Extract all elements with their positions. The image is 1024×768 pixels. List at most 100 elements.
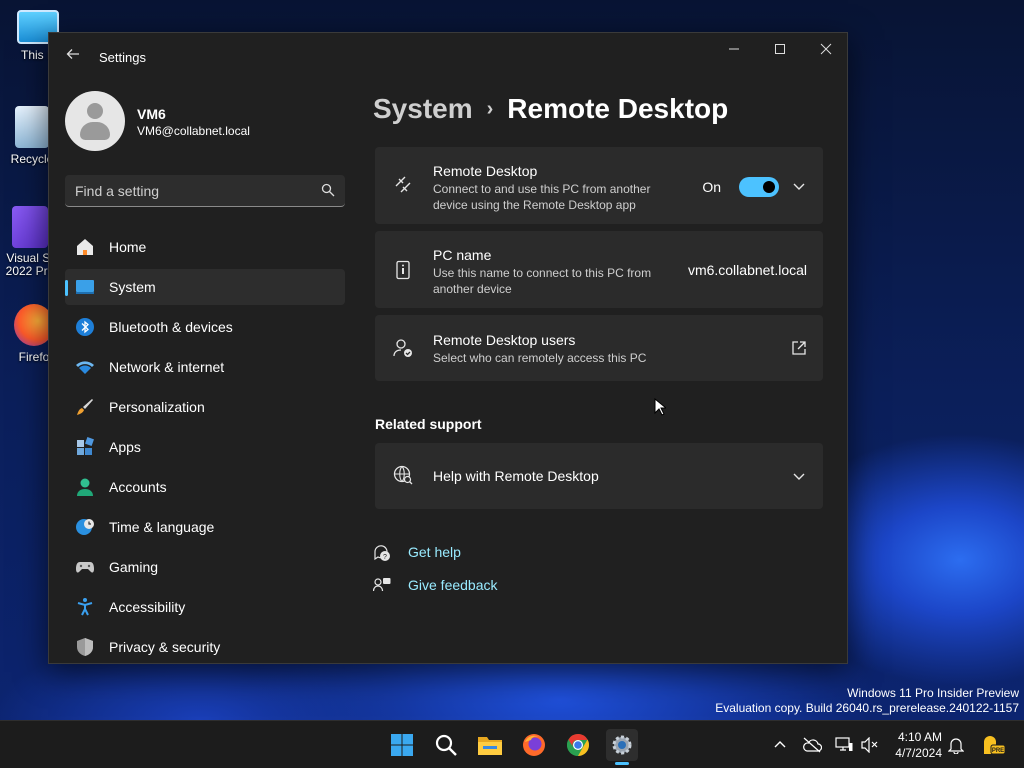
ethernet-icon [835,737,853,751]
folder-icon [478,737,502,755]
notifications-button[interactable] [946,735,966,755]
file-explorer-button[interactable] [474,729,506,761]
brush-icon [77,399,93,415]
search-icon [435,734,457,756]
feedback-icon [373,578,391,592]
sidebar-item-privacy[interactable]: Privacy & security [65,629,345,663]
sidebar-item-label: Network & internet [109,359,225,375]
sidebar-item-accessibility[interactable]: Accessibility [65,589,345,625]
close-icon [820,43,832,55]
maximize-button[interactable] [757,33,803,65]
settings-taskbar-button[interactable] [606,729,638,765]
remote-desktop-users-card[interactable]: Remote Desktop users Select who can remo… [375,315,823,381]
network-tray-icon[interactable] [834,735,854,755]
evaluation-watermark: Windows 11 Pro Insider Preview Evaluatio… [715,686,1019,716]
gear-icon [612,735,632,755]
sidebar-item-home[interactable]: Home [65,229,345,265]
remote-desktop-description: Connect to and use this PC from another … [433,182,651,212]
pc-name-value: vm6.collabnet.local [687,262,807,278]
pc-name-description: Use this name to connect to this PC from… [433,266,652,296]
sidebar-item-label: Time & language [109,519,215,535]
open-external-icon[interactable] [791,340,807,356]
get-help-label: Get help [408,544,461,560]
minimize-button[interactable] [711,33,757,65]
chrome-icon [567,734,589,756]
taskbar: 4:10 AM 4/7/2024 PRE [0,720,1024,768]
desktop-icon-label: Recycle [10,152,54,166]
help-remote-desktop-card[interactable]: Help with Remote Desktop [375,443,823,509]
pc-name-title: PC name [433,247,492,263]
globe-search-icon [393,465,413,485]
sidebar-item-bluetooth[interactable]: Bluetooth & devices [65,309,345,345]
svg-text:?: ? [383,554,387,561]
globe-clock-icon [76,519,94,535]
breadcrumb-parent[interactable]: System [373,93,473,124]
sidebar-item-time-language[interactable]: Time & language [65,509,345,545]
remote-desktop-title: Remote Desktop [433,163,538,179]
chevron-up-icon [774,741,786,748]
accessibility-icon [77,598,93,616]
sidebar-item-label: Apps [109,439,141,455]
arrow-left-icon [66,49,79,59]
sidebar-nav: Home System Bluetooth & devices Network … [65,229,345,663]
toggle-state-label: On [702,179,721,195]
search-taskbar-button[interactable] [430,729,462,761]
pc-tag-icon [396,260,410,280]
visual-studio-icon [12,206,48,248]
watermark-line-1: Windows 11 Pro Insider Preview [847,686,1019,700]
sidebar-item-label: Accessibility [109,599,186,615]
remote-desktop-toggle[interactable] [739,177,779,197]
sidebar-item-system[interactable]: System [65,269,345,305]
breadcrumb: System › Remote Desktop [373,93,728,133]
wifi-icon [76,361,94,374]
help-title: Help with Remote Desktop [433,468,599,484]
sidebar-item-gaming[interactable]: Gaming [65,549,345,585]
show-hidden-icons-button[interactable] [770,735,790,755]
cloud-off-icon [803,737,822,753]
chevron-down-icon[interactable] [791,178,807,194]
sidebar-item-label: Privacy & security [109,639,221,655]
insider-badge[interactable]: PRE [980,735,1006,755]
sidebar-item-accounts[interactable]: Accounts [65,469,345,505]
users-description: Select who can remotely access this PC [433,351,647,365]
chevron-down-icon[interactable] [791,468,807,484]
minimize-icon [729,48,739,50]
speaker-muted-icon [861,737,878,753]
chrome-taskbar-button[interactable] [562,729,594,761]
title-bar: Settings [49,33,847,81]
pc-name-card: PC name Use this name to connect to this… [375,231,823,308]
sidebar-item-label: Bluetooth & devices [109,319,233,335]
page-title: Remote Desktop [507,93,729,124]
close-button[interactable] [803,33,847,65]
accounts-icon [77,478,93,496]
clock-time: 4:10 AM [897,730,942,744]
start-button[interactable] [386,729,418,761]
clock-date: 4/7/2024 [895,746,942,760]
bell-icon [948,738,964,754]
shield-icon [77,638,93,656]
firefox-taskbar-button[interactable] [518,729,550,761]
sidebar-item-apps[interactable]: Apps [65,429,345,465]
back-button[interactable] [61,47,85,67]
breadcrumb-separator: › [486,98,494,120]
taskbar-clock[interactable]: 4:10 AM 4/7/2024 [888,729,942,761]
watermark-line-2: Evaluation copy. Build 26040.rs_prerelea… [715,701,1019,715]
apps-icon [77,437,94,455]
bluetooth-icon [76,318,94,336]
sidebar-item-personalization[interactable]: Personalization [65,389,345,425]
sidebar-item-network[interactable]: Network & internet [65,349,345,385]
user-profile[interactable]: VM6 VM6@collabnet.local [65,91,355,155]
onedrive-tray-icon[interactable] [802,735,822,755]
search-input[interactable] [75,181,305,201]
avatar [65,91,125,151]
home-icon [77,239,93,255]
mouse-cursor-icon [654,398,666,416]
help-chat-icon: ? [374,545,390,561]
volume-tray-icon[interactable] [860,735,880,755]
search-icon[interactable] [321,183,335,197]
sidebar-item-label: Personalization [109,399,205,415]
system-icon [76,280,94,294]
recycle-bin-icon [15,106,49,148]
remote-desktop-icon [395,176,411,193]
remote-desktop-card: Remote Desktop Connect to and use this P… [375,147,823,224]
